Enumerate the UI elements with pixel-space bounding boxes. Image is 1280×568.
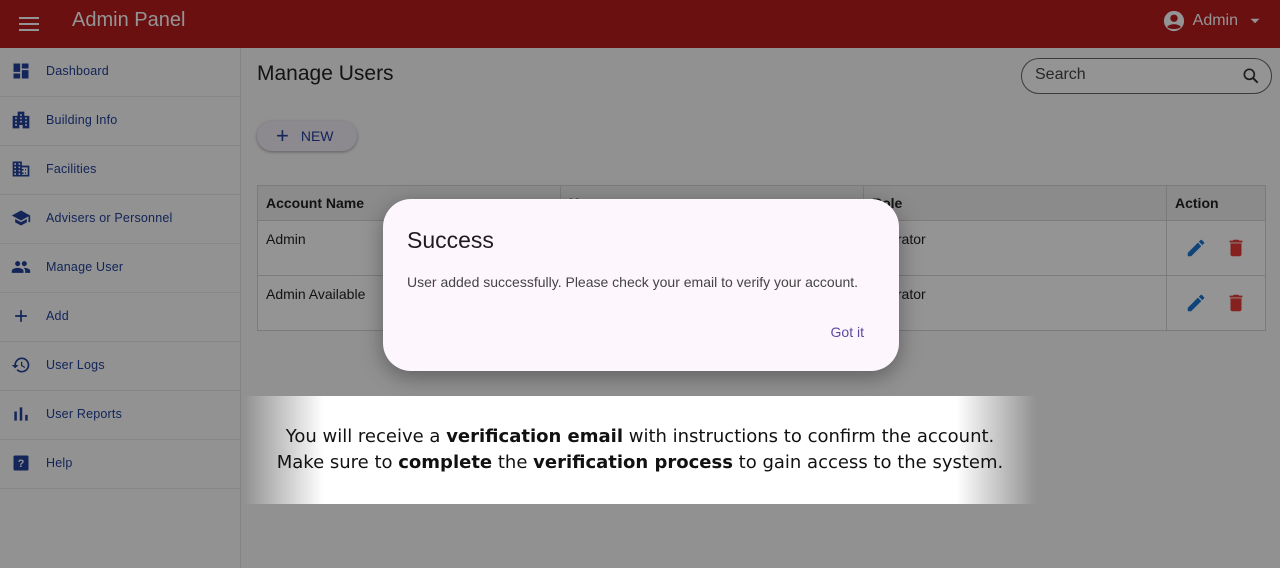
caption-line-2: Make sure to complete the verification p… xyxy=(244,452,1036,473)
caption-emphasis: verification email xyxy=(446,426,624,447)
caption-text: You will receive a xyxy=(285,426,447,447)
caption-text: Make sure to xyxy=(276,452,399,473)
dialog-title: Success xyxy=(407,227,494,253)
got-it-button[interactable]: Got it xyxy=(831,324,864,340)
caption-emphasis: complete xyxy=(398,452,493,473)
caption-emphasis: verification process xyxy=(533,452,733,473)
caption-text: with instructions to confirm the account… xyxy=(623,426,995,447)
tutorial-caption: You will receive a verification email wi… xyxy=(244,396,1036,504)
caption-line-1: You will receive a verification email wi… xyxy=(244,426,1036,447)
dialog-message: User added successfully. Please check yo… xyxy=(407,274,859,290)
caption-text: to gain access to the system. xyxy=(732,452,1004,473)
success-dialog: Success User added successfully. Please … xyxy=(383,199,899,371)
caption-text: the xyxy=(492,452,534,473)
